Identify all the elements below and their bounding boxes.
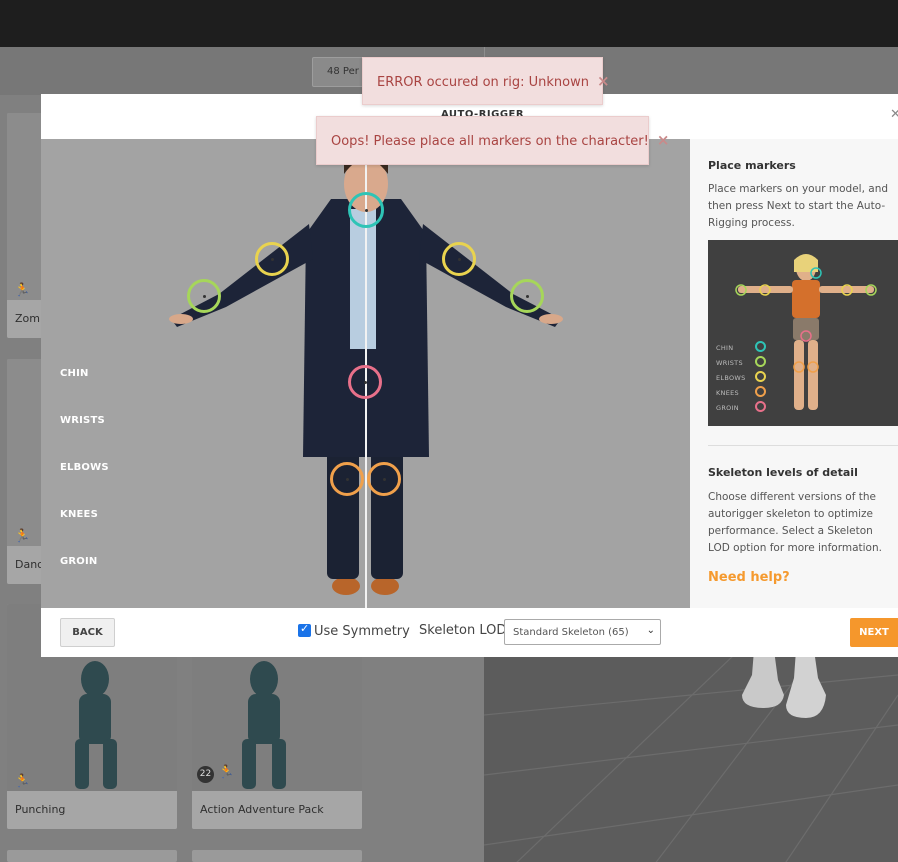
groin-marker[interactable]: [348, 365, 382, 399]
warning-toast: Oops! Please place all markers on the ch…: [316, 116, 669, 165]
running-figure-icon: 🏃: [14, 774, 31, 789]
mini-legend-knees: KNEES: [716, 389, 739, 397]
animation-title: Action Adventure Pack: [192, 791, 362, 829]
chin-ring-icon: [755, 341, 766, 352]
animation-title: Punching: [7, 791, 177, 829]
right-knee-marker[interactable]: [367, 462, 401, 496]
pack-count-badge: 22: [197, 766, 214, 783]
error-toast: ERROR occured on rig: Unknown ×: [362, 57, 610, 105]
back-button[interactable]: BACK: [60, 618, 115, 647]
left-elbow-marker[interactable]: [255, 242, 289, 276]
warning-toast-message: Oops! Please place all markers on the ch…: [331, 134, 649, 149]
use-symmetry-label[interactable]: Use Symmetry: [314, 624, 410, 639]
close-icon[interactable]: ×: [597, 72, 610, 90]
skeleton-lod-label: Skeleton LOD: [419, 623, 507, 638]
error-toast-message: ERROR occured on rig: Unknown: [377, 75, 589, 90]
legend-elbows: ELBOWS: [60, 462, 109, 473]
marker-reference-image: CHIN WRISTS ELBOWS KNEES GROIN: [708, 240, 898, 426]
skeleton-lod-heading: Skeleton levels of detail: [708, 466, 858, 479]
legend-chin: CHIN: [60, 368, 89, 379]
skeleton-lod-value: Standard Skeleton (65): [513, 627, 629, 638]
modal-footer: BACK Use Symmetry Skeleton LOD Standard …: [41, 608, 898, 657]
animation-card[interactable]: [192, 850, 362, 862]
top-navigation-bar: [0, 0, 898, 47]
mini-legend-groin: GROIN: [716, 404, 739, 412]
elbows-ring-icon: [755, 371, 766, 382]
knees-ring-icon: [755, 386, 766, 397]
close-icon[interactable]: ✕: [890, 107, 898, 122]
use-symmetry-checkbox[interactable]: [298, 622, 311, 637]
legend-wrists: WRISTS: [60, 415, 105, 426]
right-elbow-marker[interactable]: [442, 242, 476, 276]
right-wrist-marker[interactable]: [510, 279, 544, 313]
wrists-ring-icon: [755, 356, 766, 367]
place-markers-heading: Place markers: [708, 159, 796, 172]
left-wrist-marker[interactable]: [187, 279, 221, 313]
legend-knees: KNEES: [60, 509, 98, 520]
character-feet: [742, 650, 826, 718]
left-knee-marker[interactable]: [330, 462, 364, 496]
place-markers-text: Place markers on your model, and then pr…: [708, 183, 889, 229]
running-figure-icon: 🏃: [218, 765, 235, 780]
need-help-link[interactable]: Need help?: [708, 570, 790, 585]
reference-character-figure: [735, 254, 877, 410]
next-button[interactable]: NEXT: [850, 618, 898, 647]
mini-legend-wrists: WRISTS: [716, 359, 743, 367]
instructions-panel: Place markers Place markers on your mode…: [690, 139, 898, 608]
running-figure-icon: 🏃: [14, 529, 31, 544]
animation-card[interactable]: [7, 850, 177, 862]
mini-legend-chin: CHIN: [716, 344, 734, 352]
skeleton-lod-select[interactable]: Standard Skeleton (65) ⌄: [504, 619, 661, 645]
marker-placement-stage[interactable]: CHIN WRISTS ELBOWS KNEES GROIN: [41, 139, 690, 608]
auto-rigger-modal: AUTO-RIGGER ✕ CHIN WRISTS ELBOWS KNEES G…: [41, 94, 898, 657]
running-figure-icon: 🏃: [14, 283, 31, 298]
mini-legend-elbows: ELBOWS: [716, 374, 746, 382]
chin-marker[interactable]: [348, 192, 384, 228]
skeleton-lod-text: Choose different versions of the autorig…: [708, 491, 882, 554]
close-icon[interactable]: ×: [657, 131, 670, 149]
panel-divider: [708, 445, 898, 446]
groin-ring-icon: [755, 401, 766, 412]
legend-groin: GROIN: [60, 556, 98, 567]
chevron-down-icon: ⌄: [646, 625, 655, 636]
